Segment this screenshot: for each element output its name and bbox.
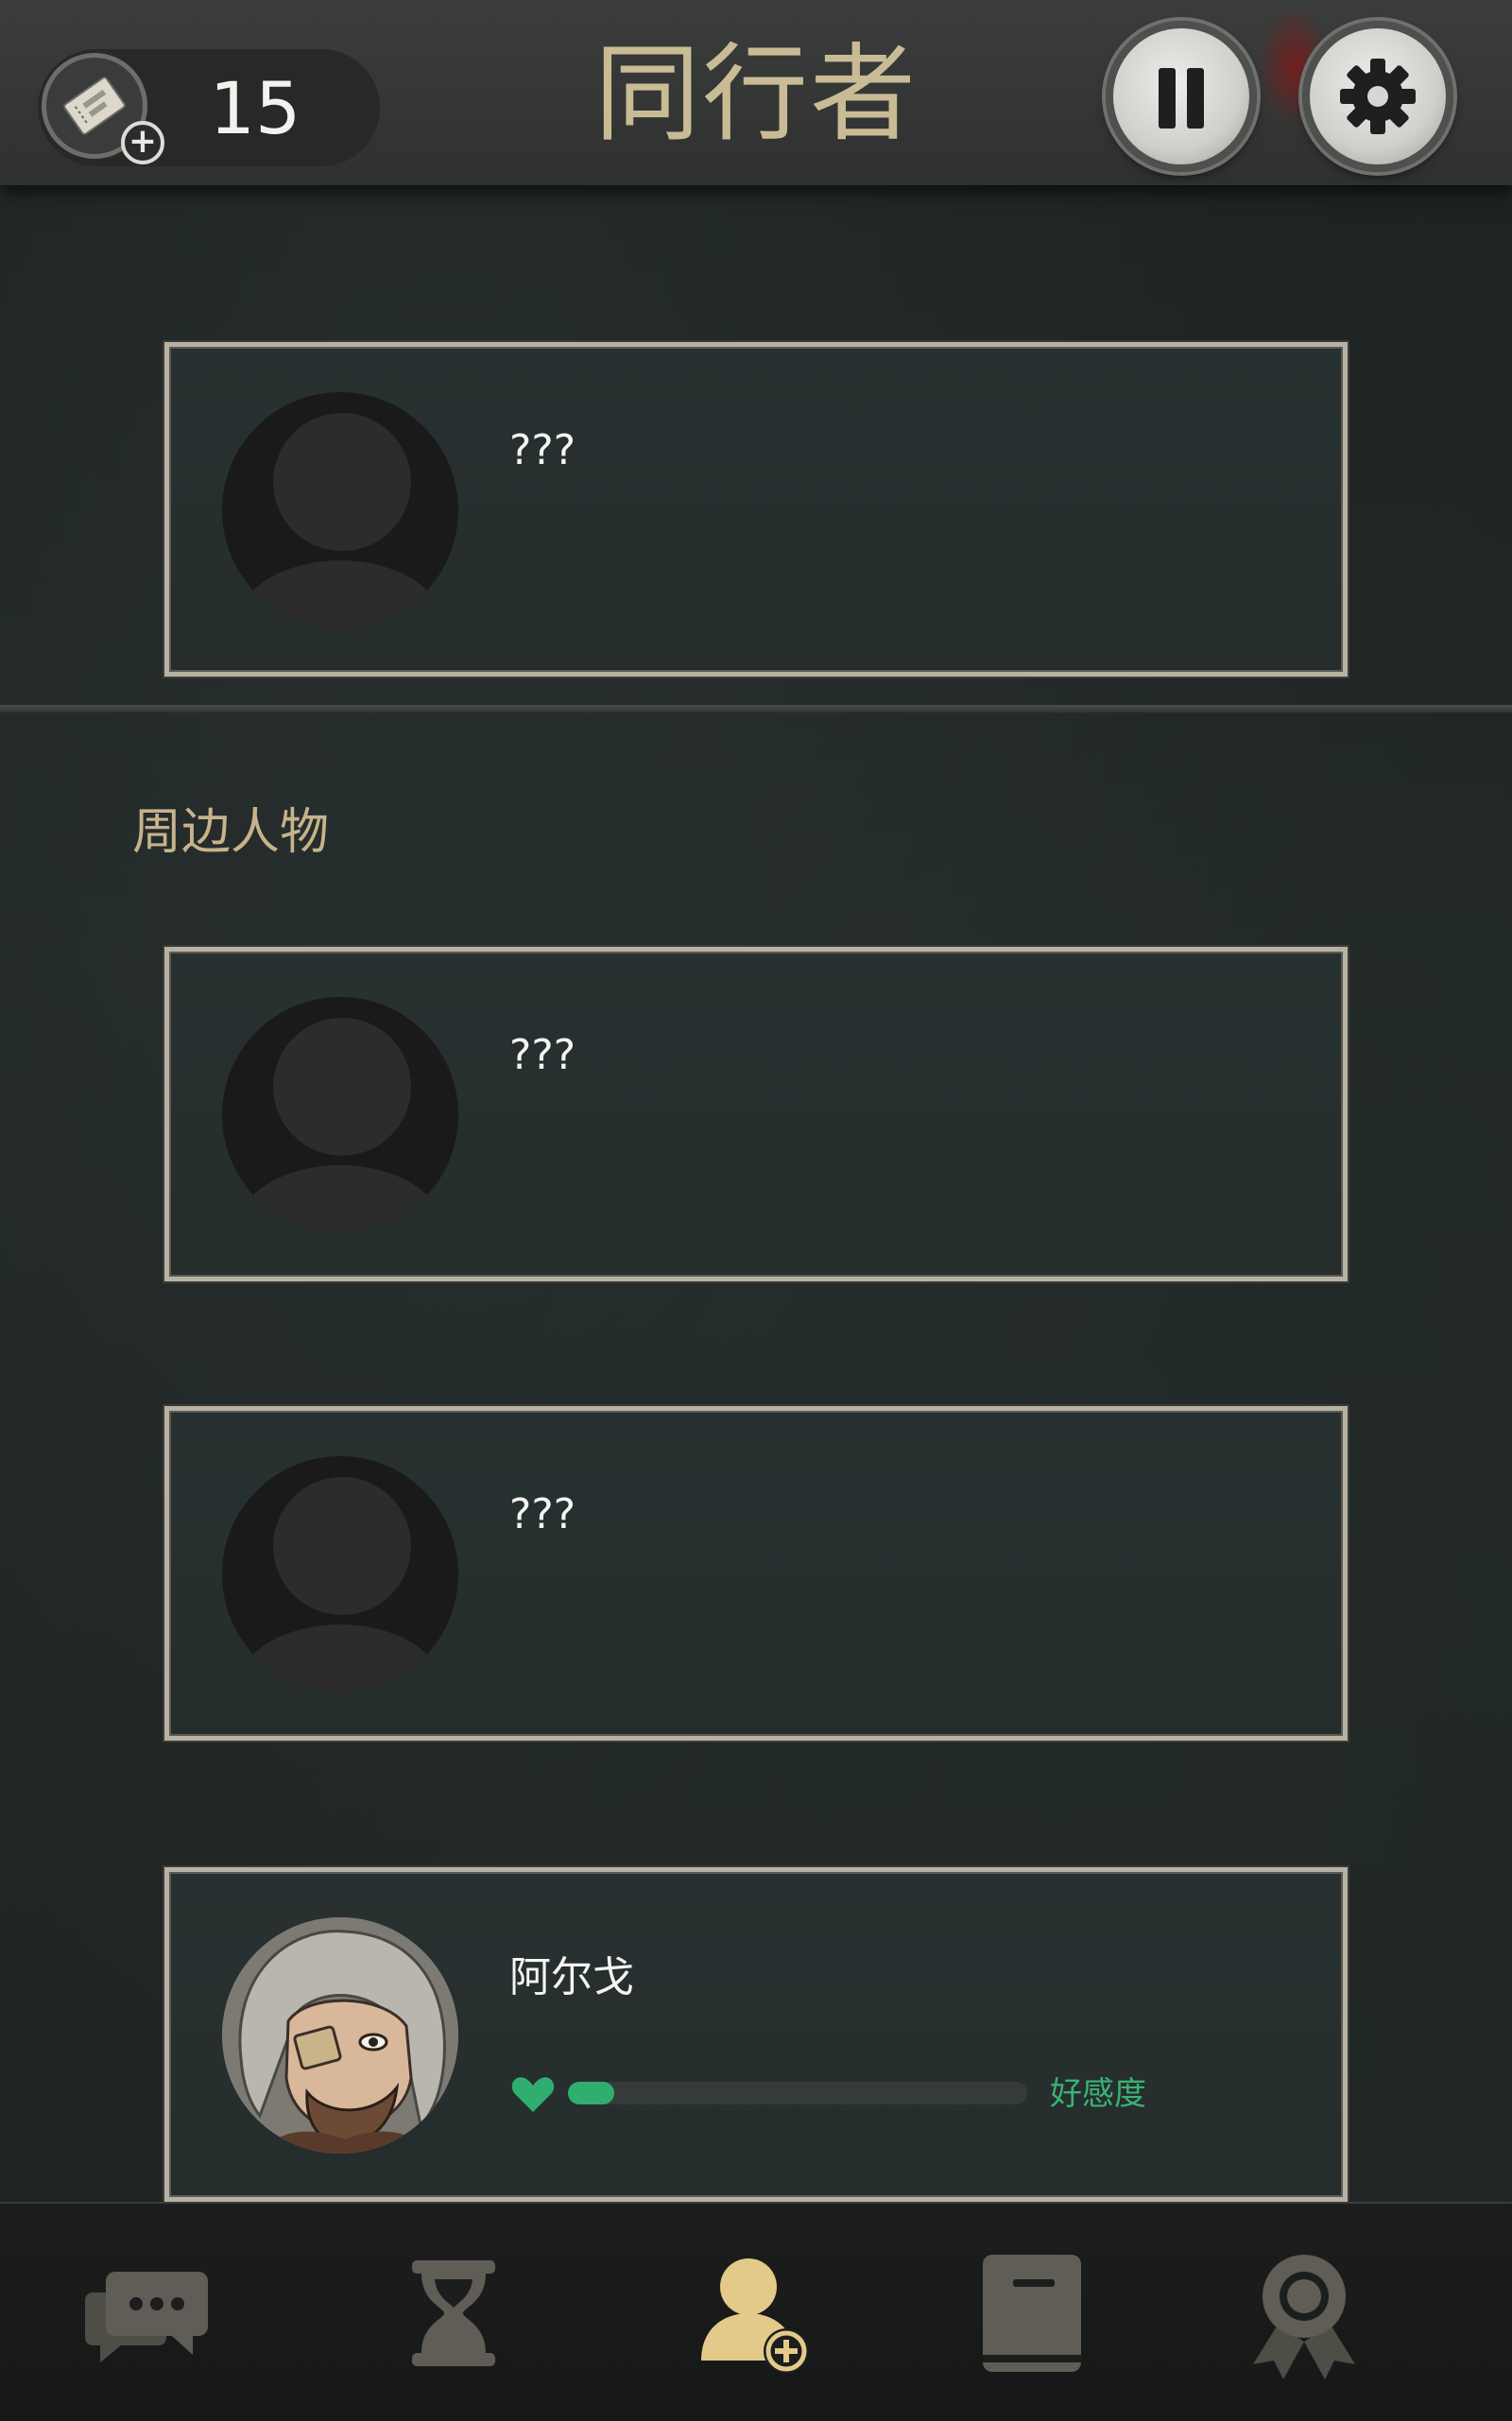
character-name: 阿尔戈 [509, 1953, 634, 2001]
page-title: 同行者 [594, 33, 918, 156]
nav-dialogue[interactable] [74, 2238, 225, 2389]
chat-icon [85, 2272, 208, 2362]
pause-button[interactable] [1106, 21, 1257, 172]
nav-journal[interactable] [954, 2238, 1106, 2389]
companion-name: ??? [509, 426, 576, 474]
hourglass-icon [412, 2260, 495, 2366]
achievement-ribbon-icon [1253, 2255, 1355, 2379]
bottom-nav [0, 2202, 1512, 2421]
nav-achievements[interactable] [1228, 2238, 1380, 2389]
unknown-avatar [222, 392, 458, 628]
ticket-count: 15 [209, 66, 301, 150]
heart-icon [511, 2077, 555, 2112]
companion-add-icon [701, 2258, 809, 2374]
affinity-bar [568, 2082, 1027, 2104]
nearby-character-card[interactable]: 阿尔戈 好感度 [164, 1867, 1348, 2202]
companion-card[interactable]: ??? [164, 342, 1348, 677]
nav-time[interactable] [378, 2238, 529, 2389]
nearby-character-card[interactable]: ??? [164, 1406, 1348, 1741]
settings-button[interactable] [1302, 21, 1453, 172]
character-name: ??? [509, 1031, 576, 1079]
nearby-section-label: 周边人物 [132, 804, 330, 861]
ticket-counter[interactable]: + 15 [38, 49, 380, 166]
character-portrait [222, 1917, 458, 2154]
nearby-character-card[interactable]: ??? [164, 947, 1348, 1281]
affinity-meter: 好感度 [509, 2070, 1171, 2118]
nav-companions[interactable] [680, 2238, 832, 2389]
top-bar: + 15 同行者 [0, 0, 1512, 185]
section-divider [0, 705, 1512, 713]
add-ticket-icon[interactable]: + [121, 121, 164, 164]
gear-icon [1340, 59, 1416, 134]
character-name: ??? [509, 1490, 576, 1538]
affinity-bar-fill [568, 2082, 614, 2104]
unknown-avatar [222, 997, 458, 1233]
affinity-label: 好感度 [1050, 2075, 1146, 2113]
unknown-avatar [222, 1456, 458, 1692]
book-icon [983, 2255, 1081, 2372]
